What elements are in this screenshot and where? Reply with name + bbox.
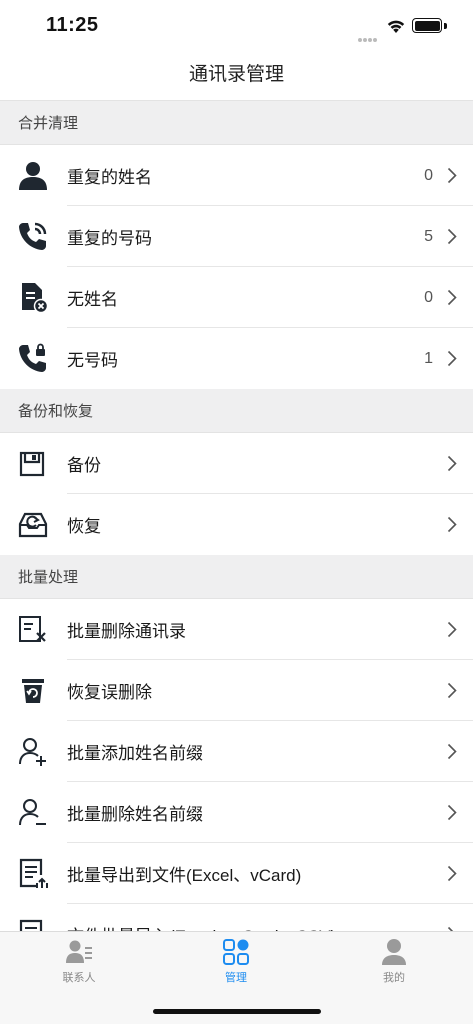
row-label: 批量删除姓名前缀 — [67, 805, 203, 824]
user-add-icon — [19, 738, 46, 766]
navigation-bar: 通讯录管理 — [0, 50, 473, 101]
row-count: 0 — [424, 288, 433, 306]
row-duplicate-numbers[interactable]: 重复的号码 5 — [0, 206, 473, 267]
chevron-right-icon — [447, 167, 457, 184]
row-batch-remove-prefix[interactable]: 批量删除姓名前缀 — [0, 782, 473, 843]
contact-person-icon — [19, 162, 47, 190]
chevron-right-icon — [447, 743, 457, 760]
row-backup[interactable]: 备份 — [0, 433, 473, 494]
row-no-name[interactable]: 无姓名 0 — [0, 267, 473, 328]
section-header-batch: 批量处理 — [0, 555, 473, 599]
chevron-right-icon — [447, 682, 457, 699]
row-label: 文件批量导入(Excel、vCard、CSV) — [67, 922, 336, 931]
chevron-right-icon — [447, 865, 457, 882]
backup-box-icon — [19, 451, 45, 477]
file-export-icon — [19, 858, 48, 888]
status-time: 11:25 — [46, 14, 99, 36]
restore-tray-icon — [18, 512, 48, 538]
row-no-number[interactable]: 无号码 1 — [0, 328, 473, 389]
row-label: 批量导出到文件(Excel、vCard) — [67, 866, 302, 885]
row-label: 无姓名 — [67, 290, 118, 309]
tab-profile[interactable]: 我的 — [344, 938, 444, 985]
row-batch-import[interactable]: 文件批量导入(Excel、vCard、CSV) — [0, 904, 473, 931]
page-title: 通讯录管理 — [188, 64, 284, 85]
profile-icon — [382, 939, 406, 965]
chevron-right-icon — [447, 621, 457, 638]
section-header-backup-restore: 备份和恢复 — [0, 389, 473, 433]
tab-manage[interactable]: 管理 — [186, 938, 286, 985]
wifi-icon — [387, 20, 405, 33]
section-header-merge-clean: 合并清理 — [0, 101, 473, 145]
tab-label: 联系人 — [62, 972, 96, 984]
chevron-right-icon — [447, 289, 457, 306]
row-count: 1 — [424, 349, 433, 367]
chevron-right-icon — [447, 516, 457, 533]
tab-label: 我的 — [383, 972, 405, 984]
row-batch-add-prefix[interactable]: 批量添加姓名前缀 — [0, 721, 473, 782]
user-remove-icon — [19, 799, 46, 826]
chevron-right-icon — [447, 228, 457, 245]
row-label: 重复的号码 — [67, 229, 152, 248]
document-x-icon — [22, 283, 49, 313]
row-label: 无号码 — [67, 351, 118, 370]
row-label: 批量删除通讯录 — [67, 622, 186, 641]
settings-list[interactable]: 合并清理 重复的姓名 0 重复的号码 5 无姓名 0 无号码 1 备份和恢复 备… — [0, 101, 473, 931]
battery-icon — [412, 18, 442, 33]
row-count: 5 — [424, 227, 433, 245]
tab-contacts[interactable]: 联系人 — [29, 938, 129, 985]
row-restore-deleted[interactable]: 恢复误删除 — [0, 660, 473, 721]
row-count: 0 — [424, 166, 433, 184]
row-batch-export[interactable]: 批量导出到文件(Excel、vCard) — [0, 843, 473, 904]
chevron-right-icon — [447, 804, 457, 821]
file-import-icon — [19, 919, 43, 931]
row-batch-delete-contacts[interactable]: 批量删除通讯录 — [0, 599, 473, 660]
row-label: 重复的姓名 — [67, 168, 152, 187]
signal-icon — [358, 29, 382, 42]
chevron-right-icon — [447, 350, 457, 367]
row-label: 恢复 — [67, 517, 101, 536]
status-bar: 11:25 — [0, 0, 473, 50]
phone-call-icon — [19, 222, 47, 250]
home-indicator[interactable] — [153, 1009, 321, 1014]
trash-restore-icon — [22, 679, 44, 703]
contacts-icon — [66, 940, 92, 963]
phone-lock-icon — [19, 343, 46, 372]
row-label: 恢复误删除 — [67, 683, 152, 702]
chevron-right-icon — [447, 455, 457, 472]
row-restore[interactable]: 恢复 — [0, 494, 473, 555]
row-duplicate-names[interactable]: 重复的姓名 0 — [0, 145, 473, 206]
manage-grid-icon — [223, 939, 249, 965]
row-label: 批量添加姓名前缀 — [67, 744, 203, 763]
tab-label: 管理 — [225, 972, 247, 984]
list-delete-icon — [19, 616, 46, 642]
row-label: 备份 — [67, 456, 101, 475]
